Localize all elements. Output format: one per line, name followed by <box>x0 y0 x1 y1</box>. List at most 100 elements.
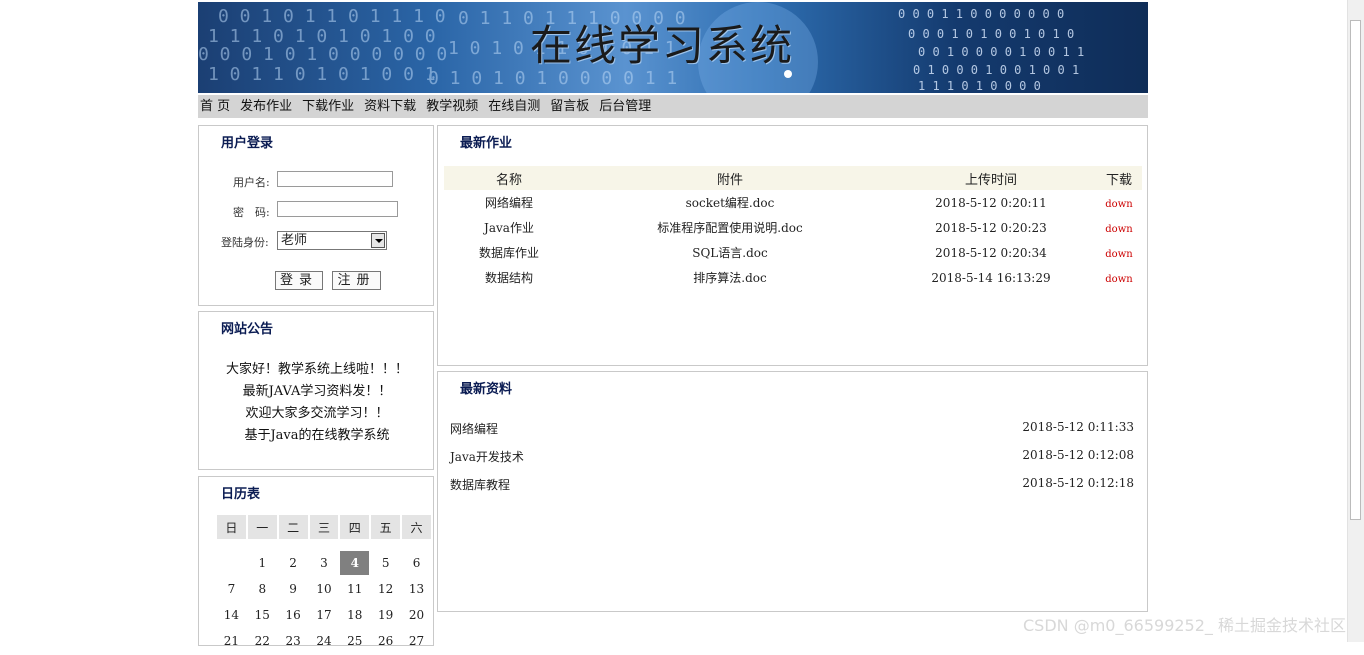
calendar-day[interactable]: 21 <box>217 629 246 653</box>
banner: 0 0 1 0 1 1 0 1 1 1 0 1 1 1 0 1 0 1 0 1 … <box>198 2 1148 93</box>
resource-name[interactable]: 网络编程 <box>450 422 498 436</box>
calendar-day[interactable]: 1 <box>248 551 277 575</box>
nav-resource-download[interactable]: 资料下载 <box>362 95 416 118</box>
register-button[interactable]: 注册 <box>332 271 381 290</box>
calendar-day[interactable]: 5 <box>371 551 400 575</box>
hw-time: 2018-5-14 16:13:29 <box>931 270 1051 285</box>
calendar-day[interactable]: 18 <box>340 603 369 627</box>
calendar-day[interactable]: 27 <box>402 629 431 653</box>
calendar-day-today[interactable]: 4 <box>340 551 370 575</box>
homework-panel: 最新作业 名称 附件 上传时间 下载 网络编程 socket编程.doc 201… <box>437 125 1148 366</box>
resource-time: 2018-5-12 0:12:08 <box>1022 448 1134 462</box>
svg-text:1 0 1 1 0 1 0 1 0 0 1: 1 0 1 1 0 1 0 1 0 0 1 <box>208 64 436 85</box>
calendar-day[interactable]: 23 <box>279 629 308 653</box>
calendar-day[interactable]: 15 <box>248 603 277 627</box>
list-item: Java开发技术 2018-5-12 0:12:08 <box>450 448 1134 465</box>
hw-time: 2018-5-12 0:20:34 <box>935 245 1047 260</box>
notice-item[interactable]: 基于Java的在线教学系统 <box>199 424 435 443</box>
calendar-day[interactable]: 2 <box>279 551 308 575</box>
nav-home[interactable]: 首 页 <box>198 95 230 118</box>
calendar-day[interactable]: 17 <box>310 603 339 627</box>
nav-admin[interactable]: 后台管理 <box>597 95 651 118</box>
download-link[interactable]: down <box>1105 224 1132 235</box>
calendar-day[interactable]: 14 <box>217 603 246 627</box>
scrollbar-thumb[interactable] <box>1350 20 1361 520</box>
resources-panel: 最新资料 网络编程 2018-5-12 0:11:33 Java开发技术 201… <box>437 371 1148 612</box>
calendar-day[interactable]: 24 <box>310 629 339 653</box>
calendar-day[interactable]: 22 <box>248 629 277 653</box>
svg-text:0 0 1 0 1 1 0 1 1 1 0: 0 0 1 0 1 1 0 1 1 1 0 <box>218 6 446 27</box>
hw-name: 数据库作业 <box>478 246 539 260</box>
calendar-title: 日历表 <box>221 487 261 502</box>
calendar-day[interactable]: 26 <box>371 629 400 653</box>
calendar-day[interactable]: 10 <box>310 577 339 601</box>
calendar-day[interactable]: 7 <box>217 577 246 601</box>
calendar-day[interactable]: 9 <box>279 577 308 601</box>
svg-text:1 1 1 0 1 0 0 0 0: 1 1 1 0 1 0 0 0 0 <box>918 79 1041 93</box>
login-button[interactable]: 登录 <box>275 271 323 290</box>
notice-item[interactable]: 欢迎大家多交流学习！！ <box>199 402 435 421</box>
table-row: 网络编程 socket编程.doc 2018-5-12 0:20:11 down <box>444 190 1142 215</box>
col-download: 下载 <box>1096 166 1142 190</box>
hw-time: 2018-5-12 0:20:23 <box>935 220 1047 235</box>
nav-teaching-video[interactable]: 教学视频 <box>424 95 478 118</box>
role-select[interactable]: 老师 <box>277 231 387 250</box>
calendar-day[interactable] <box>217 551 246 575</box>
nav-download-homework[interactable]: 下载作业 <box>300 95 354 118</box>
calendar-day[interactable]: 25 <box>340 629 369 653</box>
resource-time: 2018-5-12 0:12:18 <box>1022 476 1134 490</box>
nav-publish-homework[interactable]: 发布作业 <box>238 95 292 118</box>
notice-item[interactable]: 大家好！教学系统上线啦！！！ <box>199 358 435 377</box>
hw-file[interactable]: 标准程序配置使用说明.doc <box>574 215 886 240</box>
calendar-table: 日 一 二 三 四 五 六 1 2 3 4 5 6 7 8 9 10 11 12… <box>215 513 433 655</box>
calendar-day[interactable]: 3 <box>310 551 339 575</box>
username-input[interactable] <box>277 171 393 187</box>
download-link[interactable]: down <box>1105 274 1132 285</box>
page: 0 0 1 0 1 1 0 1 1 1 0 1 1 1 0 1 0 1 0 1 … <box>198 2 1148 118</box>
col-name: 名称 <box>444 166 574 190</box>
nav-online-test[interactable]: 在线自测 <box>486 95 540 118</box>
resource-name[interactable]: 数据库教程 <box>450 478 510 492</box>
calendar-day[interactable]: 8 <box>248 577 277 601</box>
notice-title: 网站公告 <box>221 322 274 337</box>
resource-time: 2018-5-12 0:11:33 <box>1022 420 1134 434</box>
download-link[interactable]: down <box>1105 199 1132 210</box>
notice-item[interactable]: 最新JAVA学习资料发！！ <box>199 380 435 399</box>
calendar-day[interactable]: 12 <box>371 577 400 601</box>
role-select-value: 老师 <box>281 233 308 248</box>
calendar-day[interactable]: 13 <box>402 577 431 601</box>
resources-title: 最新资料 <box>460 382 513 397</box>
notice-panel: 网站公告 大家好！教学系统上线啦！！！ 最新JAVA学习资料发！！ 欢迎大家多交… <box>198 311 434 470</box>
nav-message-board[interactable]: 留言板 <box>548 95 589 118</box>
hw-file[interactable]: socket编程.doc <box>574 190 886 215</box>
chevron-down-icon[interactable] <box>371 233 385 248</box>
homework-title: 最新作业 <box>460 136 513 151</box>
hw-file[interactable]: SQL语言.doc <box>574 240 886 265</box>
password-input[interactable] <box>277 201 398 217</box>
table-row: Java作业 标准程序配置使用说明.doc 2018-5-12 0:20:23 … <box>444 215 1142 240</box>
calendar-day[interactable]: 6 <box>402 551 431 575</box>
col-upload-time: 上传时间 <box>886 166 1096 190</box>
hw-name: 数据结构 <box>484 271 533 285</box>
login-panel: 用户登录 用户名: 密 码: 登陆身份: 老师 登录 注册 <box>198 125 434 306</box>
svg-text:0 0 1 0 0 0 0 1 0 0 1 1: 0 0 1 0 0 0 0 1 0 0 1 1 <box>918 45 1084 59</box>
svg-text:0 1 0 0 0 1 0 0 1 0 0 1: 0 1 0 0 0 1 0 0 1 0 0 1 <box>913 63 1079 77</box>
svg-text:0 0 0 1 1 0 0 0 0 0 0 0: 0 0 0 1 1 0 0 0 0 0 0 0 <box>898 7 1064 21</box>
download-link[interactable]: down <box>1105 249 1132 260</box>
page-scrollbar[interactable] <box>1347 0 1364 642</box>
hw-name: 网络编程 <box>484 196 533 210</box>
svg-text:0 0 0 1 0 1 0 0 0 0 0 0: 0 0 0 1 0 1 0 0 0 0 0 0 <box>198 44 447 65</box>
weekday-header: 六 <box>402 515 431 539</box>
site-title: 在线学习系统 <box>530 21 795 70</box>
calendar-day[interactable]: 16 <box>279 603 308 627</box>
weekday-header: 三 <box>309 515 339 539</box>
hw-name: Java作业 <box>484 221 534 235</box>
calendar-day[interactable]: 19 <box>371 603 400 627</box>
role-label: 登陆身份: <box>221 236 269 249</box>
calendar-day[interactable]: 20 <box>402 603 431 627</box>
calendar-day[interactable]: 11 <box>340 577 369 601</box>
password-label: 密 码: <box>233 206 270 219</box>
table-row: 数据结构 排序算法.doc 2018-5-14 16:13:29 down <box>444 265 1142 290</box>
hw-file[interactable]: 排序算法.doc <box>574 265 886 290</box>
resource-name[interactable]: Java开发技术 <box>450 450 524 464</box>
